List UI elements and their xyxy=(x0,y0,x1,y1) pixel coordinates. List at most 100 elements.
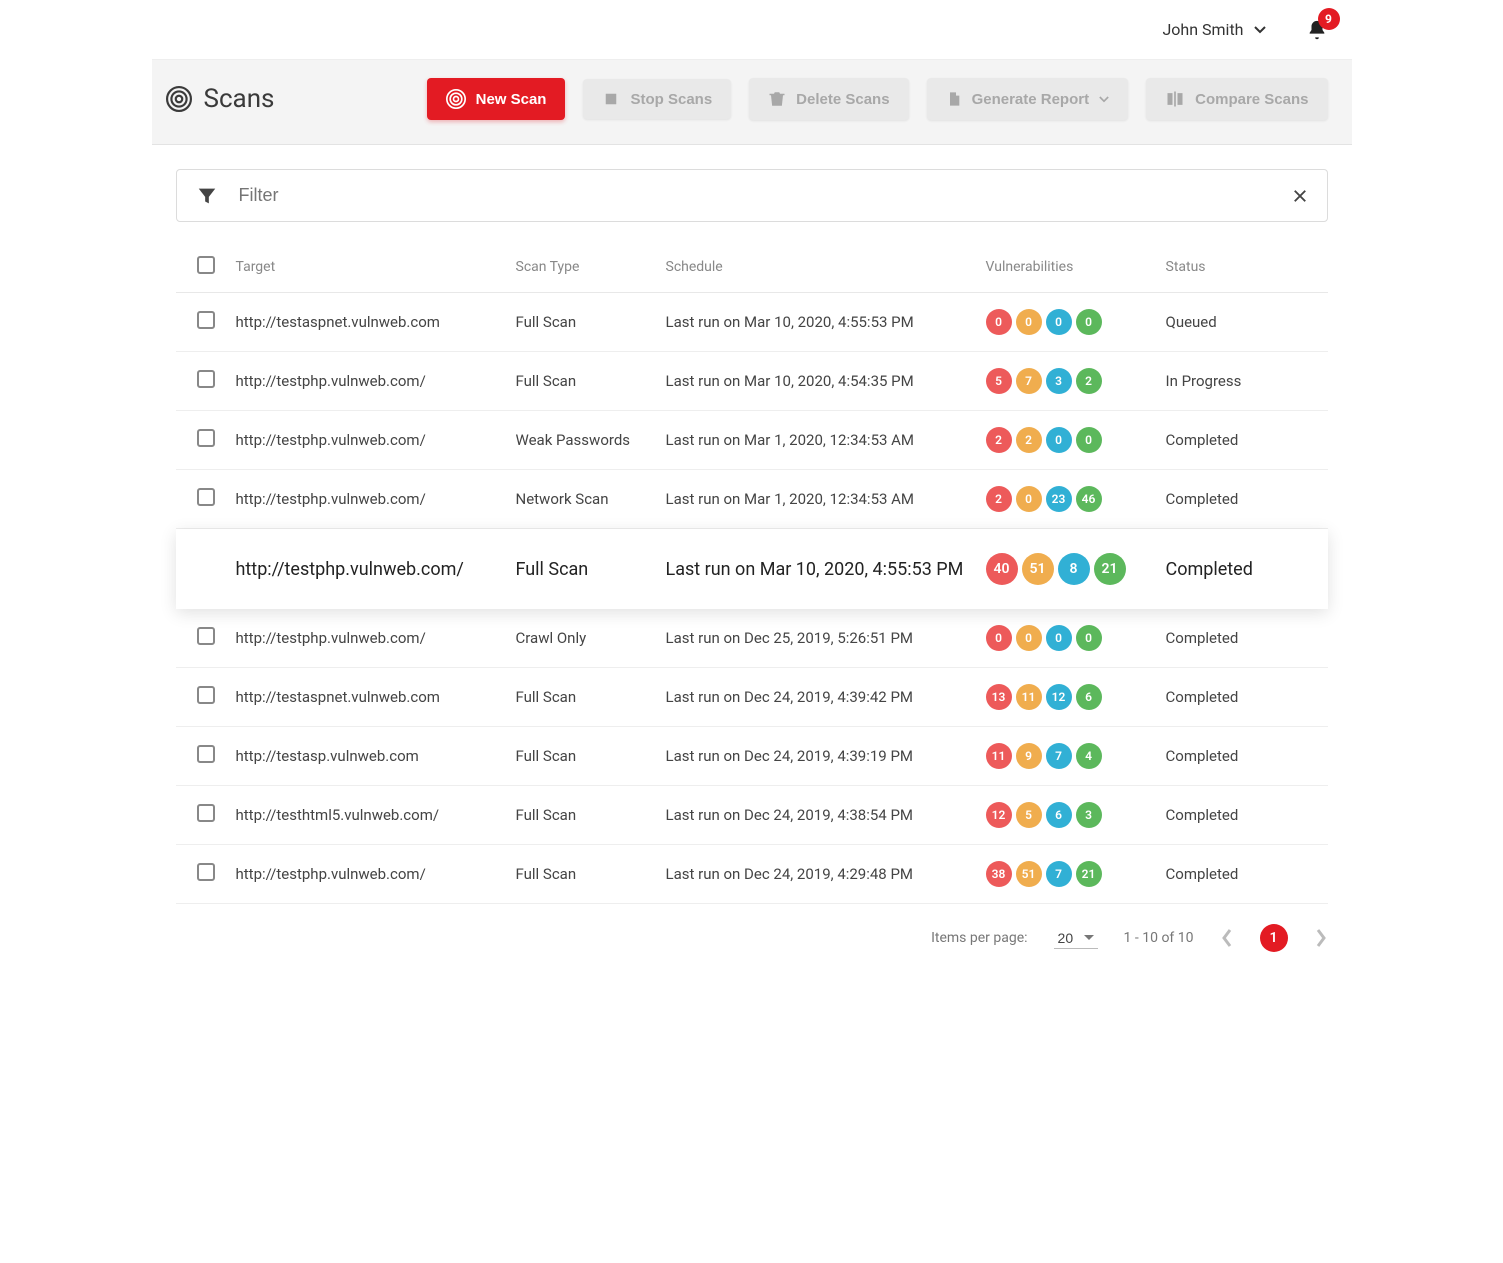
user-menu[interactable]: John Smith xyxy=(1162,20,1265,39)
table-row[interactable]: http://testhtml5.vulnweb.com/Full ScanLa… xyxy=(176,786,1328,845)
row-checkbox[interactable] xyxy=(197,686,215,704)
cell-vulnerabilities: 2200 xyxy=(986,411,1166,470)
table-row[interactable]: http://testphp.vulnweb.com/Network ScanL… xyxy=(176,470,1328,529)
row-checkbox[interactable] xyxy=(197,311,215,329)
severity-pill: 4 xyxy=(1076,743,1102,769)
stop-scans-button[interactable]: Stop Scans xyxy=(583,79,731,119)
row-checkbox[interactable] xyxy=(197,863,215,881)
cell-status: Completed xyxy=(1166,845,1328,904)
table-row[interactable]: http://testphp.vulnweb.com/Crawl OnlyLas… xyxy=(176,609,1328,668)
cell-vulnerabilities: 0000 xyxy=(986,609,1166,668)
chevron-down-icon xyxy=(1099,96,1109,103)
column-header-status[interactable]: Status xyxy=(1166,242,1328,293)
notifications-button[interactable]: 9 xyxy=(1306,18,1328,42)
cell-status: Queued xyxy=(1166,293,1328,352)
severity-pill: 3 xyxy=(1076,802,1102,828)
severity-pill: 2 xyxy=(986,486,1012,512)
clear-filter-button[interactable] xyxy=(1291,187,1309,205)
cell-target: http://testphp.vulnweb.com/ xyxy=(236,411,516,470)
toolbar: Scans New Scan Stop Scans Delete Scans G xyxy=(152,60,1352,145)
severity-pill: 0 xyxy=(1016,486,1042,512)
table-row[interactable]: http://testphp.vulnweb.com/Full ScanLast… xyxy=(176,529,1328,610)
row-checkbox[interactable] xyxy=(197,370,215,388)
cell-scan-type: Full Scan xyxy=(516,352,666,411)
items-per-page-label: Items per page: xyxy=(931,930,1027,946)
cell-scan-type: Full Scan xyxy=(516,727,666,786)
severity-pill: 6 xyxy=(1046,802,1072,828)
table-row[interactable]: http://testphp.vulnweb.com/Full ScanLast… xyxy=(176,845,1328,904)
cell-target: http://testphp.vulnweb.com/ xyxy=(236,845,516,904)
cell-vulnerabilities: 202346 xyxy=(986,470,1166,529)
severity-pill: 6 xyxy=(1076,684,1102,710)
row-checkbox[interactable] xyxy=(197,488,215,506)
severity-pill: 21 xyxy=(1094,553,1126,585)
button-label: Stop Scans xyxy=(630,91,712,108)
filter-input[interactable] xyxy=(237,184,1273,207)
row-checkbox[interactable] xyxy=(197,804,215,822)
button-label: Generate Report xyxy=(972,91,1090,108)
severity-pill: 2 xyxy=(1076,368,1102,394)
severity-pill: 5 xyxy=(1016,802,1042,828)
table-row[interactable]: http://testasp.vulnweb.comFull ScanLast … xyxy=(176,727,1328,786)
severity-pill: 38 xyxy=(986,861,1012,887)
column-header-scan-type[interactable]: Scan Type xyxy=(516,242,666,293)
table-row[interactable]: http://testaspnet.vulnweb.comFull ScanLa… xyxy=(176,668,1328,727)
severity-pill: 0 xyxy=(986,625,1012,651)
cell-status: Completed xyxy=(1166,668,1328,727)
row-checkbox[interactable] xyxy=(197,745,215,763)
new-scan-button[interactable]: New Scan xyxy=(427,78,566,120)
table-row[interactable]: http://testphp.vulnweb.com/Full ScanLast… xyxy=(176,352,1328,411)
cell-schedule: Last run on Dec 25, 2019, 5:26:51 PM xyxy=(666,609,986,668)
cell-scan-type: Crawl Only xyxy=(516,609,666,668)
pager-range: 1 - 10 of 10 xyxy=(1124,930,1194,946)
severity-pill: 51 xyxy=(1016,861,1042,887)
cell-target: http://testaspnet.vulnweb.com xyxy=(236,293,516,352)
column-header-target[interactable]: Target xyxy=(236,242,516,293)
compare-scans-button[interactable]: Compare Scans xyxy=(1146,78,1327,120)
notification-count: 9 xyxy=(1318,8,1340,30)
severity-pill: 0 xyxy=(1076,427,1102,453)
cell-target: http://testhtml5.vulnweb.com/ xyxy=(236,786,516,845)
severity-pill: 0 xyxy=(1046,309,1072,335)
prev-page-button[interactable] xyxy=(1220,928,1234,948)
cell-status: Completed xyxy=(1166,470,1328,529)
severity-pill: 12 xyxy=(986,802,1012,828)
cell-target: http://testphp.vulnweb.com/ xyxy=(236,470,516,529)
cell-schedule: Last run on Dec 24, 2019, 4:38:54 PM xyxy=(666,786,986,845)
cell-target: http://testaspnet.vulnweb.com xyxy=(236,668,516,727)
severity-pill: 51 xyxy=(1022,553,1054,585)
cell-schedule: Last run on Mar 10, 2020, 4:55:53 PM xyxy=(666,529,986,610)
cell-scan-type: Full Scan xyxy=(516,293,666,352)
next-page-button[interactable] xyxy=(1314,928,1328,948)
cell-vulnerabilities: 3851721 xyxy=(986,845,1166,904)
cell-vulnerabilities: 1311126 xyxy=(986,668,1166,727)
severity-pill: 7 xyxy=(1016,368,1042,394)
cell-vulnerabilities: 5732 xyxy=(986,352,1166,411)
chevron-right-icon xyxy=(1314,928,1328,948)
row-checkbox[interactable] xyxy=(197,627,215,645)
cell-target: http://testasp.vulnweb.com xyxy=(236,727,516,786)
table-row[interactable]: http://testphp.vulnweb.com/Weak Password… xyxy=(176,411,1328,470)
select-all-checkbox[interactable] xyxy=(197,256,215,274)
items-per-page-select[interactable]: 20 xyxy=(1054,928,1098,949)
chevron-down-icon xyxy=(1254,26,1266,34)
chevron-left-icon xyxy=(1220,928,1234,948)
user-name: John Smith xyxy=(1162,20,1243,39)
cell-scan-type: Full Scan xyxy=(516,845,666,904)
delete-scans-button[interactable]: Delete Scans xyxy=(749,78,908,120)
cell-vulnerabilities: 4051821 xyxy=(986,529,1166,610)
column-header-schedule[interactable]: Schedule xyxy=(666,242,986,293)
cell-status: In Progress xyxy=(1166,352,1328,411)
column-header-vulnerabilities[interactable]: Vulnerabilities xyxy=(986,242,1166,293)
severity-pill: 46 xyxy=(1076,486,1102,512)
cell-scan-type: Full Scan xyxy=(516,786,666,845)
cell-schedule: Last run on Dec 24, 2019, 4:39:19 PM xyxy=(666,727,986,786)
paginator: Items per page: 20 1 - 10 of 10 1 xyxy=(176,924,1328,952)
page-number[interactable]: 1 xyxy=(1260,924,1288,952)
severity-pill: 11 xyxy=(1016,684,1042,710)
generate-report-button[interactable]: Generate Report xyxy=(927,78,1129,120)
severity-pill: 0 xyxy=(1016,309,1042,335)
severity-pill: 7 xyxy=(1046,861,1072,887)
table-row[interactable]: http://testaspnet.vulnweb.comFull ScanLa… xyxy=(176,293,1328,352)
row-checkbox[interactable] xyxy=(197,429,215,447)
